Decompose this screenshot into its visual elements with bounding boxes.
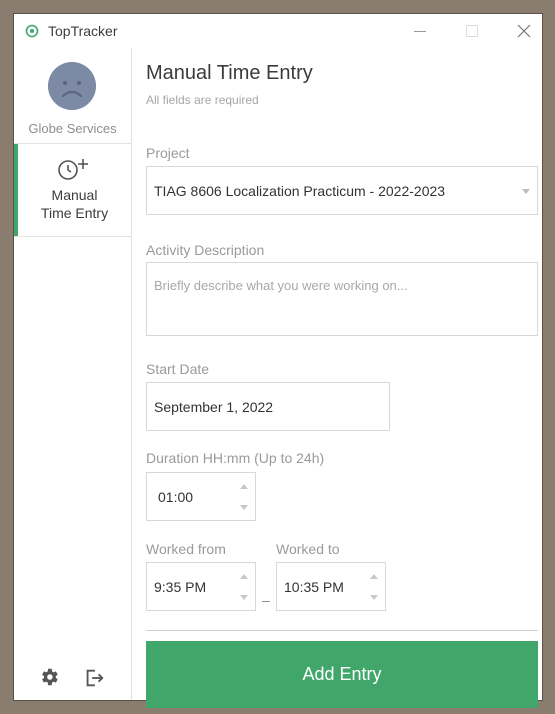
maximize-button[interactable] [454,18,490,44]
start-date-value: September 1, 2022 [154,399,274,415]
activity-description-input[interactable]: Briefly describe what you were working o… [146,262,538,336]
stepper-up-icon[interactable] [370,574,378,579]
worked-from-input[interactable]: 9:35 PM [146,562,256,611]
duration-stepper[interactable]: 01:00 [146,472,256,521]
org-name: Globe Services [28,121,117,136]
divider [146,630,538,631]
org-avatar[interactable] [48,62,96,110]
worked-from-label: Worked from [146,541,226,557]
logout-icon[interactable] [83,667,105,689]
worked-from-value: 9:35 PM [154,579,207,595]
add-entry-button[interactable]: Add Entry [146,641,538,708]
activity-placeholder: Briefly describe what you were working o… [154,278,408,293]
chevron-down-icon [522,189,530,194]
worked-to-label: Worked to [276,541,340,557]
page-subtitle: All fields are required [146,93,259,107]
toptracker-logo-icon [25,24,39,38]
start-date-input[interactable]: September 1, 2022 [146,382,390,431]
duration-value: 01:00 [158,489,194,505]
duration-label: Duration HH:mm (Up to 24h) [146,450,325,466]
nav-label-line1: Manual [51,187,98,203]
minimize-button[interactable] [402,18,438,44]
worked-to-value: 10:35 PM [284,579,344,595]
range-separator: – [262,592,270,608]
clock-plus-icon [58,159,88,180]
project-select[interactable]: TIAG 8606 Localization Practicum - 2022-… [146,166,538,215]
project-value: TIAG 8606 Localization Practicum - 2022-… [154,183,446,199]
start-date-label: Start Date [146,361,210,377]
title-bar: TopTracker [14,14,542,48]
activity-label: Activity Description [146,242,265,258]
stepper-down-icon[interactable] [240,595,248,600]
close-icon [517,24,531,38]
stepper-down-icon[interactable] [240,505,248,510]
page-title: Manual Time Entry [146,62,313,84]
stepper-up-icon[interactable] [240,484,248,489]
project-label: Project [146,145,190,161]
app-window: TopTracker Globe Services Manual Time En… [13,13,543,708]
worked-to-input[interactable]: 10:35 PM [276,562,386,611]
sad-face-icon [48,62,96,110]
sidebar-item-label: Manual Time Entry [18,186,131,222]
gear-icon[interactable] [38,666,60,688]
sidebar: Globe Services Manual Time Entry [14,48,132,700]
nav-label-line2: Time Entry [40,205,109,221]
stepper-down-icon[interactable] [370,595,378,600]
close-button[interactable] [506,18,542,44]
org-switcher[interactable]: Globe Services [14,48,131,144]
stepper-up-icon[interactable] [240,574,248,579]
maximize-icon [466,25,478,37]
sidebar-item-manual-time-entry[interactable]: Manual Time Entry [14,144,131,237]
app-title: TopTracker [48,23,118,39]
minimize-icon [414,31,426,32]
